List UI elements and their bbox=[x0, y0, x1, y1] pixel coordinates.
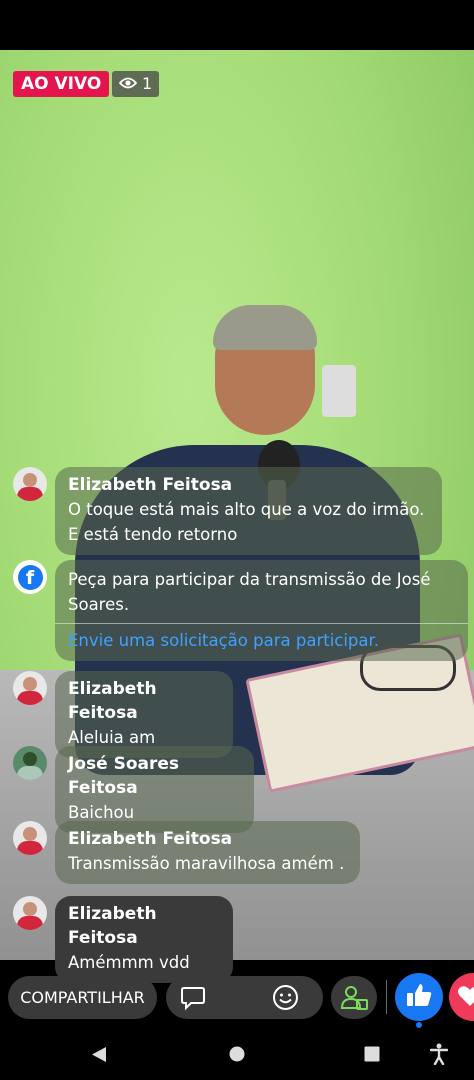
emoji-icon[interactable] bbox=[272, 984, 299, 1015]
comment-bubble: José Soares Feitosa Baichou bbox=[55, 746, 254, 833]
eye-icon bbox=[118, 71, 138, 97]
comment-item: Elizabeth Feitosa Transmissão maravilhos… bbox=[13, 821, 360, 884]
status-bar bbox=[0, 0, 474, 50]
system-navigation-bar bbox=[0, 1030, 474, 1080]
comment-author[interactable]: Elizabeth Feitosa bbox=[68, 827, 347, 851]
join-request-text: Peça para participar da transmissão de J… bbox=[68, 570, 431, 614]
comment-item: Elizabeth Feitosa Aleluia am bbox=[13, 671, 233, 758]
divider bbox=[386, 980, 387, 1014]
like-button[interactable] bbox=[395, 973, 443, 1021]
accessibility-icon[interactable] bbox=[429, 1043, 449, 1069]
share-button[interactable]: COMPARTILHAR bbox=[8, 976, 157, 1019]
comment-bubble: Elizabeth Feitosa Amémmm vdd bbox=[55, 896, 233, 983]
comment-input-button[interactable] bbox=[166, 976, 323, 1019]
like-indicator bbox=[416, 1022, 422, 1028]
comment-text: Amémmm vdd bbox=[68, 953, 190, 972]
video-presenter-hair bbox=[213, 305, 317, 350]
comment-bubble: Elizabeth Feitosa Transmissão maravilhos… bbox=[55, 821, 360, 884]
comment-bubble: Elizabeth Feitosa O toque está mais alto… bbox=[55, 467, 442, 555]
comment-author[interactable]: Elizabeth Feitosa bbox=[68, 677, 220, 725]
avatar[interactable] bbox=[13, 896, 47, 930]
viewer-count: 1 bbox=[142, 74, 153, 93]
avatar[interactable] bbox=[13, 746, 47, 780]
join-request-bubble: Peça para participar da transmissão de J… bbox=[55, 560, 468, 661]
comment-text: O toque está mais alto que a voz do irmã… bbox=[68, 500, 425, 544]
comment-item: José Soares Feitosa Baichou bbox=[13, 746, 254, 833]
comment-author[interactable]: José Soares Feitosa bbox=[68, 752, 241, 800]
comment-author[interactable]: Elizabeth Feitosa bbox=[68, 902, 220, 950]
comment-text: Transmissão maravilhosa amém . bbox=[68, 854, 345, 873]
comment-author[interactable]: Elizabeth Feitosa bbox=[68, 473, 429, 497]
facebook-icon: f bbox=[13, 560, 47, 594]
divider bbox=[55, 623, 468, 624]
love-icon bbox=[457, 984, 474, 1012]
avatar[interactable] bbox=[13, 821, 47, 855]
comment-icon bbox=[180, 985, 206, 1015]
guest-request-icon bbox=[339, 983, 369, 1017]
comment-item: Elizabeth Feitosa Amémmm vdd bbox=[13, 896, 233, 983]
comment-item: Elizabeth Feitosa O toque está mais alto… bbox=[13, 467, 442, 555]
nav-recents-icon[interactable] bbox=[364, 1046, 380, 1066]
nav-home-icon[interactable] bbox=[229, 1046, 245, 1066]
avatar[interactable] bbox=[13, 467, 47, 501]
guest-request-button[interactable] bbox=[331, 976, 377, 1019]
comment-bubble: Elizabeth Feitosa Aleluia am bbox=[55, 671, 233, 758]
join-request-link[interactable]: Envie uma solicitação para participar. bbox=[68, 628, 455, 653]
video-wall-outlet bbox=[322, 365, 356, 417]
nav-back-icon[interactable] bbox=[91, 1046, 107, 1067]
avatar[interactable] bbox=[13, 671, 47, 705]
live-badge: AO VIVO bbox=[13, 71, 110, 97]
viewer-count-badge: 1 bbox=[112, 71, 160, 97]
like-icon bbox=[404, 980, 434, 1014]
join-request-prompt: f Peça para participar da transmissão de… bbox=[13, 560, 468, 661]
